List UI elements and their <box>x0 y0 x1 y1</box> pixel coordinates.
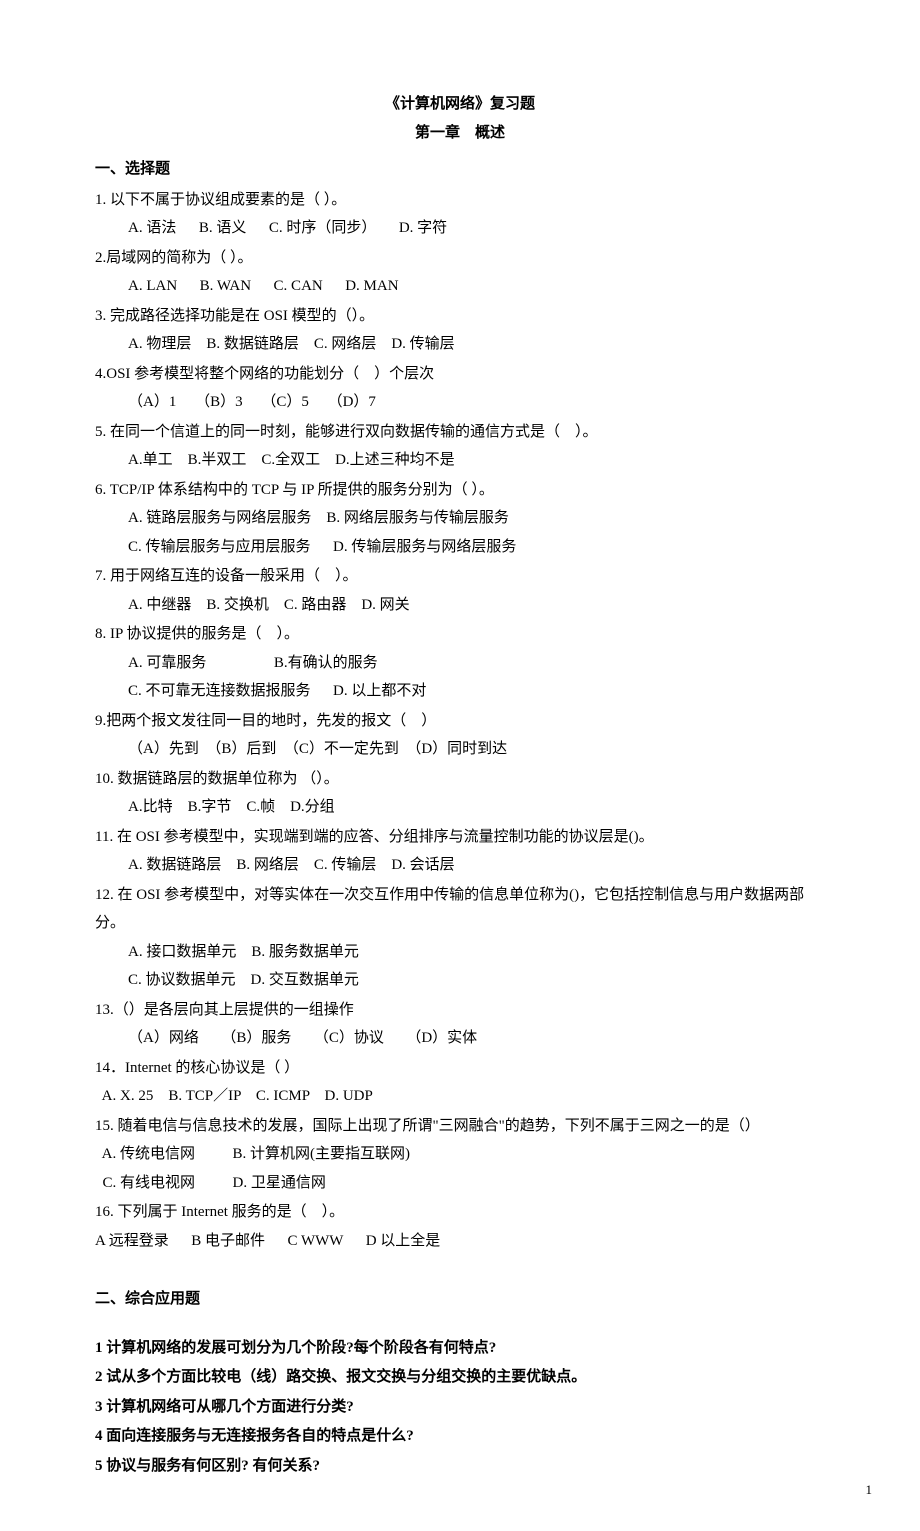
question-6: 6. TCP/IP 体系结构中的 TCP 与 IP 所提供的服务分别为（ ）。 … <box>95 476 825 562</box>
q-stem: 12. 在 OSI 参考模型中，对等实体在一次交互作用中传输的信息单位称为()，… <box>95 881 825 938</box>
q-stem: 4.OSI 参考模型将整个网络的功能划分（ ）个层次 <box>95 360 825 389</box>
q-options: A. 接口数据单元 B. 服务数据单元 <box>95 938 825 967</box>
q-stem: 3. 完成路径选择功能是在 OSI 模型的（）。 <box>95 302 825 331</box>
q-options: A 远程登录 B 电子邮件 C WWW D 以上全是 <box>95 1227 825 1256</box>
q-options: C. 有线电视网 D. 卫星通信网 <box>95 1169 825 1198</box>
q-stem: 16. 下列属于 Internet 服务的是（ ）。 <box>95 1198 825 1227</box>
q-stem: 7. 用于网络互连的设备一般采用（ ）。 <box>95 562 825 591</box>
question-4: 4.OSI 参考模型将整个网络的功能划分（ ）个层次 （A）1 （B）3 （C）… <box>95 360 825 417</box>
q-options: A. X. 25 B. TCP／IP C. ICMP D. UDP <box>95 1082 825 1111</box>
chapter-title: 第一章 概述 <box>95 119 825 148</box>
q-options: C. 传输层服务与应用层服务 D. 传输层服务与网络层服务 <box>95 533 825 562</box>
q-stem: 5. 在同一个信道上的同一时刻，能够进行双向数据传输的通信方式是（ ）。 <box>95 418 825 447</box>
question-10: 10. 数据链路层的数据单位称为 （）。 A.比特 B.字节 C.帧 D.分组 <box>95 765 825 822</box>
q-options: A. 中继器 B. 交换机 C. 路由器 D. 网关 <box>95 591 825 620</box>
q-stem: 10. 数据链路层的数据单位称为 （）。 <box>95 765 825 794</box>
essay-q-5: 5 协议与服务有何区别? 有何关系? <box>95 1452 825 1481</box>
q-stem: 8. IP 协议提供的服务是（ ）。 <box>95 620 825 649</box>
q-stem: 13.（）是各层向其上层提供的一组操作 <box>95 996 825 1025</box>
q-options: A. 语法 B. 语义 C. 时序（同步） D. 字符 <box>95 214 825 243</box>
section-2-heading: 二、综合应用题 <box>95 1285 825 1314</box>
q-stem: 1. 以下不属于协议组成要素的是（ ）。 <box>95 186 825 215</box>
q-options: （A）1 （B）3 （C）5 （D）7 <box>95 388 825 417</box>
q-stem: 14．Internet 的核心协议是（ ） <box>95 1054 825 1083</box>
q-options: A.比特 B.字节 C.帧 D.分组 <box>95 793 825 822</box>
q-stem: 2.局域网的简称为（ ）。 <box>95 244 825 273</box>
question-16: 16. 下列属于 Internet 服务的是（ ）。 A 远程登录 B 电子邮件… <box>95 1198 825 1255</box>
q-options: A. 数据链路层 B. 网络层 C. 传输层 D. 会话层 <box>95 851 825 880</box>
q-options: A. 传统电信网 B. 计算机网(主要指互联网) <box>95 1140 825 1169</box>
doc-title: 《计算机网络》复习题 <box>95 90 825 119</box>
question-2: 2.局域网的简称为（ ）。 A. LAN B. WAN C. CAN D. MA… <box>95 244 825 301</box>
essay-q-1: 1 计算机网络的发展可划分为几个阶段?每个阶段各有何特点? <box>95 1334 825 1363</box>
question-11: 11. 在 OSI 参考模型中，实现端到端的应答、分组排序与流量控制功能的协议层… <box>95 823 825 880</box>
question-5: 5. 在同一个信道上的同一时刻，能够进行双向数据传输的通信方式是（ ）。 A.单… <box>95 418 825 475</box>
question-1: 1. 以下不属于协议组成要素的是（ ）。 A. 语法 B. 语义 C. 时序（同… <box>95 186 825 243</box>
section-2: 二、综合应用题 1 计算机网络的发展可划分为几个阶段?每个阶段各有何特点? 2 … <box>95 1285 825 1480</box>
q-stem: 11. 在 OSI 参考模型中，实现端到端的应答、分组排序与流量控制功能的协议层… <box>95 823 825 852</box>
question-14: 14．Internet 的核心协议是（ ） A. X. 25 B. TCP／IP… <box>95 1054 825 1111</box>
essay-q-4: 4 面向连接服务与无连接报务各自的特点是什么? <box>95 1422 825 1451</box>
question-7: 7. 用于网络互连的设备一般采用（ ）。 A. 中继器 B. 交换机 C. 路由… <box>95 562 825 619</box>
q-options: A. LAN B. WAN C. CAN D. MAN <box>95 272 825 301</box>
q-options: C. 不可靠无连接数据报服务 D. 以上都不对 <box>95 677 825 706</box>
q-options: （A）先到 （B）后到 （C）不一定先到 （D）同时到达 <box>95 735 825 764</box>
q-options: A. 可靠服务 B.有确认的服务 <box>95 649 825 678</box>
essay-q-2: 2 试从多个方面比较电（线）路交换、报文交换与分组交换的主要优缺点。 <box>95 1363 825 1392</box>
question-13: 13.（）是各层向其上层提供的一组操作 （A）网络 （B）服务 （C）协议 （D… <box>95 996 825 1053</box>
question-15: 15. 随着电信与信息技术的发展，国际上出现了所谓"三网融合"的趋势，下列不属于… <box>95 1112 825 1198</box>
question-3: 3. 完成路径选择功能是在 OSI 模型的（）。 A. 物理层 B. 数据链路层… <box>95 302 825 359</box>
q-stem: 6. TCP/IP 体系结构中的 TCP 与 IP 所提供的服务分别为（ ）。 <box>95 476 825 505</box>
q-stem: 15. 随着电信与信息技术的发展，国际上出现了所谓"三网融合"的趋势，下列不属于… <box>95 1112 825 1141</box>
question-9: 9.把两个报文发往同一目的地时，先发的报文（ ） （A）先到 （B）后到 （C）… <box>95 707 825 764</box>
q-options: A.单工 B.半双工 C.全双工 D.上述三种均不是 <box>95 446 825 475</box>
q-options: A. 链路层服务与网络层服务 B. 网络层服务与传输层服务 <box>95 504 825 533</box>
essay-q-3: 3 计算机网络可从哪几个方面进行分类? <box>95 1393 825 1422</box>
q-options: （A）网络 （B）服务 （C）协议 （D）实体 <box>95 1024 825 1053</box>
q-options: A. 物理层 B. 数据链路层 C. 网络层 D. 传输层 <box>95 330 825 359</box>
q-stem: 9.把两个报文发往同一目的地时，先发的报文（ ） <box>95 707 825 736</box>
question-8: 8. IP 协议提供的服务是（ ）。 A. 可靠服务 B.有确认的服务 C. 不… <box>95 620 825 706</box>
page-number: 1 <box>866 1478 873 1503</box>
q-options: C. 协议数据单元 D. 交互数据单元 <box>95 966 825 995</box>
question-12: 12. 在 OSI 参考模型中，对等实体在一次交互作用中传输的信息单位称为()，… <box>95 881 825 995</box>
section-1-heading: 一、选择题 <box>95 155 825 184</box>
